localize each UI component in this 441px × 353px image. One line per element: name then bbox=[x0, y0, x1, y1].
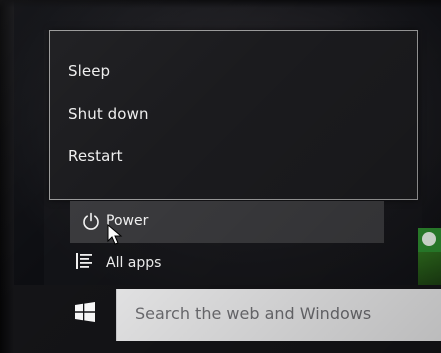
windows-logo-icon bbox=[75, 302, 95, 322]
xbox-icon bbox=[422, 232, 436, 246]
mouse-pointer-icon bbox=[107, 224, 123, 245]
xbox-tile[interactable] bbox=[418, 228, 441, 252]
all-apps-label: All apps bbox=[106, 255, 162, 271]
list-icon bbox=[76, 253, 92, 269]
menu-item-sleep[interactable]: Sleep bbox=[50, 51, 417, 91]
power-icon bbox=[83, 212, 99, 230]
power-options-menu: Sleep Shut down Restart bbox=[49, 30, 418, 200]
search-input[interactable]: Search the web and Windows bbox=[116, 289, 441, 341]
menu-item-restart[interactable]: Restart bbox=[50, 136, 417, 176]
menu-item-shut-down[interactable]: Shut down bbox=[50, 94, 417, 134]
game-tile[interactable] bbox=[418, 252, 441, 286]
monitor-bezel-top bbox=[0, 0, 441, 8]
monitor-bezel bbox=[0, 0, 14, 353]
start-button[interactable] bbox=[58, 288, 110, 340]
search-placeholder: Search the web and Windows bbox=[135, 304, 372, 323]
desktop-screen: Sleep Shut down Restart Power All apps S… bbox=[0, 0, 441, 353]
all-apps-button[interactable]: All apps bbox=[70, 248, 384, 282]
